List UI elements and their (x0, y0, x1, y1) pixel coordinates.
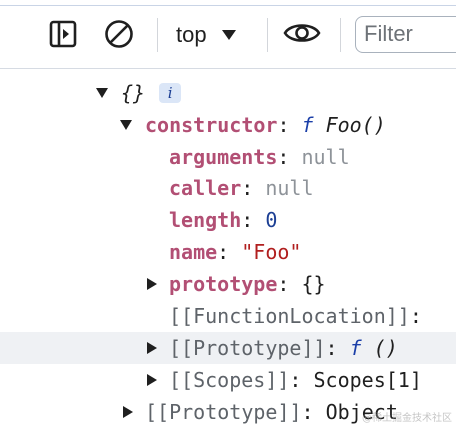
clear-console-button[interactable] (101, 18, 137, 54)
execution-context-select[interactable]: top (170, 16, 254, 54)
colon: : (409, 304, 422, 328)
colon: : (241, 176, 266, 200)
property-value: Object (325, 400, 398, 424)
tree-row-prototype: prototype : {} (0, 268, 456, 300)
colon: : (301, 400, 326, 424)
property-key[interactable]: constructor (145, 113, 277, 137)
caret-down-icon (221, 29, 237, 41)
tree-row-root: {} i (0, 77, 456, 109)
property-key[interactable]: [[Prototype]] (169, 336, 326, 360)
context-label: top (176, 22, 207, 47)
tree-row-name: name : "Foo" (0, 236, 456, 268)
collapsed-arrow-icon[interactable] (144, 340, 160, 356)
colon: : (325, 336, 350, 360)
property-key[interactable]: [[FunctionLocation]] (169, 304, 410, 328)
property-key[interactable]: [[Prototype]] (145, 400, 302, 424)
console-toolbar: top (0, 0, 456, 69)
toolbar-separator (340, 18, 341, 52)
collapsed-arrow-icon[interactable] (144, 276, 160, 292)
colon: : (277, 113, 302, 137)
collapsed-arrow-icon[interactable] (120, 404, 136, 420)
property-key[interactable]: caller (169, 176, 241, 200)
filter-box (355, 16, 456, 53)
clear-console-icon (103, 18, 135, 54)
toolbar-separator (157, 18, 158, 52)
function-name: Foo() (325, 113, 386, 137)
colon: : (289, 368, 314, 392)
property-value: Scopes[1] (313, 368, 422, 392)
tree-row-caller: caller : null (0, 172, 456, 204)
eye-icon (283, 20, 321, 50)
property-value: "Foo" (241, 240, 302, 264)
property-key[interactable]: [[Scopes]] (169, 368, 289, 392)
object-tree: {} i constructor : f Foo() arguments : n… (0, 69, 456, 430)
function-keyword: f (301, 113, 314, 137)
property-key[interactable]: name (169, 240, 217, 264)
property-value: {} (301, 272, 326, 296)
tree-row-length: length : 0 (0, 204, 456, 236)
colon: : (217, 240, 242, 264)
expanded-arrow-icon[interactable] (118, 117, 134, 133)
property-value: 0 (265, 208, 278, 232)
sidebar-toggle-button[interactable] (46, 19, 80, 53)
tree-row-function-location: [[FunctionLocation]] : (0, 300, 456, 332)
colon: : (277, 145, 302, 169)
sidebar-panel-icon (48, 19, 78, 53)
property-value: null (265, 176, 314, 200)
property-value: null (301, 145, 350, 169)
collapsed-arrow-icon[interactable] (144, 372, 160, 388)
root-object-preview[interactable]: {} (121, 81, 145, 105)
function-keyword: f (349, 336, 362, 360)
colon: : (241, 208, 266, 232)
create-live-expression-button[interactable] (282, 18, 322, 52)
property-key[interactable]: arguments (169, 145, 277, 169)
tree-row-scopes: [[Scopes]] : Scopes[1] (0, 364, 456, 396)
property-key[interactable]: length (169, 208, 241, 232)
info-badge[interactable]: i (159, 83, 182, 103)
filter-input[interactable] (364, 20, 456, 48)
property-key[interactable]: prototype (169, 272, 277, 296)
tree-row-constructor: constructor : f Foo() (0, 109, 456, 141)
tree-row-outer-prototype: [[Prototype]] : Object (0, 396, 456, 428)
tree-row-arguments: arguments : null (0, 141, 456, 173)
toolbar-top-border (0, 5, 456, 6)
function-name: () (373, 336, 398, 360)
colon: : (277, 272, 302, 296)
toolbar-separator (267, 18, 268, 52)
expanded-arrow-icon[interactable] (94, 85, 110, 101)
tree-row-inner-prototype[interactable]: [[Prototype]] : f () (0, 332, 456, 364)
